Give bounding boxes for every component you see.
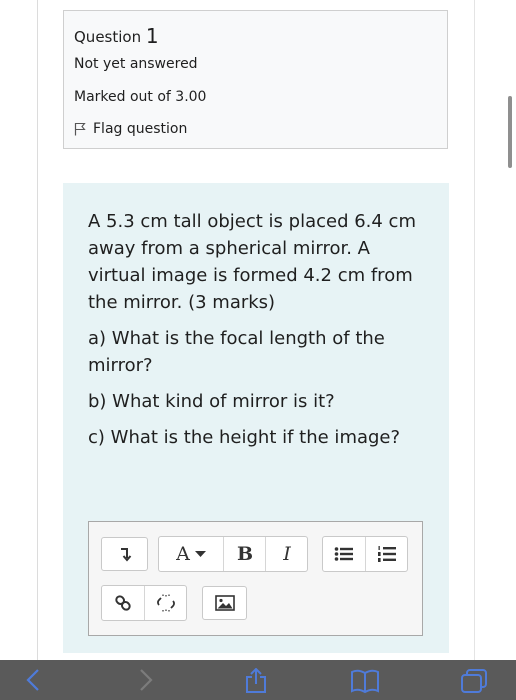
font-color-icon: A [176,543,190,565]
question-grade: Marked out of 3.00 [74,89,207,105]
question-part-a: a) What is the focal length of the mirro… [88,328,385,376]
forward-arrow-icon[interactable] [133,668,157,692]
chevron-down-icon [194,551,206,557]
scrollbar-thumb[interactable] [508,96,512,168]
font-color-button[interactable]: A [159,537,223,571]
question-part-c: c) What is the height if the image? [88,427,401,448]
ordered-list-button[interactable] [365,537,408,571]
unordered-list-button[interactable] [323,537,365,571]
page-left-border [37,0,38,660]
italic-button[interactable]: I [265,537,308,571]
flag-question-link[interactable]: Flag question [74,121,187,137]
question-text: A 5.3 cm tall object is placed 6.4 cm aw… [88,208,433,460]
flag-question-label: Flag question [93,121,188,137]
unlink-icon [157,594,175,612]
question-number: Question 1 [74,23,159,48]
bold-button[interactable]: B [223,537,266,571]
unlink-button[interactable] [144,586,187,620]
bold-icon: B [236,543,254,565]
expand-toolbar-icon [120,548,131,562]
share-icon[interactable] [243,668,269,694]
question-part-b: b) What kind of mirror is it? [88,391,335,412]
question-number-value: 1 [145,24,159,48]
image-icon [214,595,235,611]
list-group [322,536,408,572]
link-group [101,585,187,621]
answer-editor[interactable]: A B I [88,521,423,636]
tabs-icon[interactable] [460,668,488,694]
bookmarks-icon[interactable] [350,668,380,694]
text-format-group: A B I [158,536,308,572]
back-arrow-icon[interactable] [22,668,46,692]
italic-icon: I [283,543,291,565]
ordered-list-icon [378,546,396,562]
unordered-list-icon [334,547,353,561]
expand-toolbar-button[interactable] [101,537,148,571]
flag-icon [74,122,86,136]
link-icon [115,595,131,611]
browser-bottom-bar [0,660,516,700]
question-paragraph: A 5.3 cm tall object is placed 6.4 cm aw… [88,211,416,313]
question-state: Not yet answered [74,56,198,72]
question-formulation: A 5.3 cm tall object is placed 6.4 cm aw… [63,183,449,653]
page-right-border [474,0,475,660]
link-button[interactable] [102,586,144,620]
question-label: Question [74,28,142,46]
insert-image-button[interactable] [202,586,247,620]
question-info-box: Question 1 Not yet answered Marked out o… [63,10,448,149]
